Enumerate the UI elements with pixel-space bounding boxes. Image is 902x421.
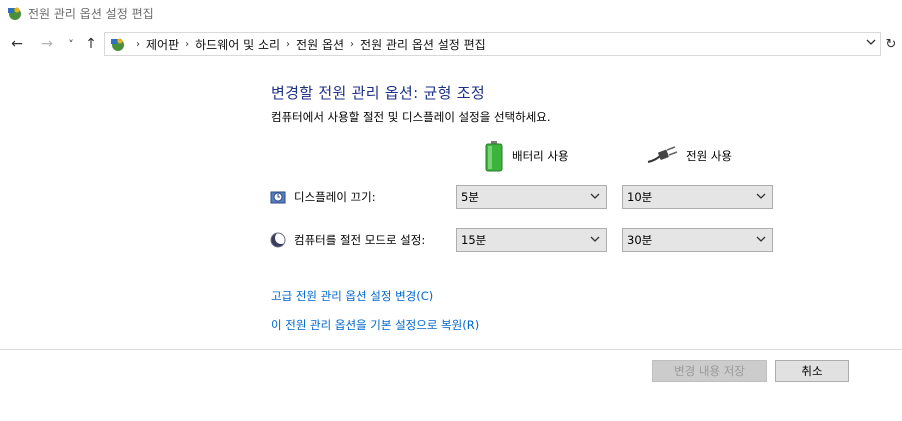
window-title: 전원 관리 옵션 설정 편집 [28, 6, 154, 21]
back-arrow-icon: ← [11, 36, 23, 52]
forward-button[interactable]: → [38, 34, 56, 54]
advanced-settings-link[interactable]: 고급 전원 관리 옵션 설정 변경(C) [271, 288, 433, 304]
chevron-right-icon[interactable]: › [136, 39, 140, 50]
sleep-battery-value: 15분 [461, 233, 487, 247]
refresh-button[interactable]: ↻ [882, 34, 900, 54]
forward-arrow-icon: → [41, 36, 53, 52]
up-button[interactable]: ↑ [82, 34, 100, 54]
refresh-icon: ↻ [885, 36, 897, 52]
up-arrow-icon: ↑ [85, 36, 97, 52]
breadcrumb-power-options[interactable]: 전원 옵션 [296, 36, 344, 53]
plugged-in-column-label: 전원 사용 [686, 149, 732, 163]
sleep-plugged-select[interactable]: 30분 [622, 228, 773, 252]
moon-icon [270, 232, 286, 248]
breadcrumb-control-panel[interactable]: 제어판 [146, 36, 179, 53]
battery-icon [485, 141, 503, 172]
chevron-right-icon[interactable]: › [350, 39, 354, 50]
display-off-battery-value: 5분 [461, 190, 479, 204]
setting-sleep: 컴퓨터를 절전 모드로 설정: [270, 228, 425, 252]
address-dropdown-icon[interactable] [866, 37, 876, 47]
display-off-battery-select[interactable]: 5분 [456, 185, 607, 209]
footer-divider [0, 349, 902, 350]
plugged-in-column-header: 전원 사용 [646, 140, 732, 172]
page-description: 컴퓨터에서 사용할 절전 및 디스플레이 설정을 선택하세요. [271, 110, 551, 124]
chevron-down-icon [590, 236, 600, 242]
chevron-down-icon [756, 236, 766, 242]
sleep-battery-select[interactable]: 15분 [456, 228, 607, 252]
sleep-plugged-value: 30분 [627, 233, 653, 247]
control-panel-icon [111, 38, 124, 51]
battery-column-label: 배터리 사용 [512, 149, 569, 163]
chevron-right-icon[interactable]: › [185, 39, 189, 50]
control-panel-icon [8, 7, 21, 20]
chevron-down-icon: ˅ [68, 37, 74, 51]
chevron-right-icon[interactable]: › [286, 39, 290, 50]
title-bar: 전원 관리 옵션 설정 편집 [0, 0, 902, 26]
display-off-plugged-value: 10분 [627, 190, 653, 204]
back-button[interactable]: ← [8, 34, 26, 54]
breadcrumb-edit-plan[interactable]: 전원 관리 옵션 설정 편집 [360, 36, 486, 53]
chevron-down-icon [756, 193, 766, 199]
power-plug-icon [647, 146, 678, 163]
setting-display-off: 디스플레이 끄기: [270, 185, 376, 209]
save-changes-button[interactable]: 변경 내용 저장 [652, 360, 767, 382]
address-bar[interactable]: › 제어판 › 하드웨어 및 소리 › 전원 옵션 › 전원 관리 옵션 설정 … [104, 32, 881, 56]
breadcrumb-hardware-sound[interactable]: 하드웨어 및 소리 [195, 36, 280, 53]
display-off-plugged-select[interactable]: 10분 [622, 185, 773, 209]
sleep-label: 컴퓨터를 절전 모드로 설정: [294, 233, 426, 247]
restore-defaults-link[interactable]: 이 전원 관리 옵션을 기본 설정으로 복원(R) [271, 317, 479, 333]
recent-locations-button[interactable]: ˅ [62, 34, 80, 54]
chevron-down-icon [590, 193, 600, 199]
navigation-bar: ← → ˅ ↑ › 제어판 › 하드웨어 및 소리 › 전원 옵션 › 전원 관… [0, 32, 902, 56]
display-timer-icon [270, 191, 286, 204]
page-title: 변경할 전원 관리 옵션: 균형 조정 [271, 84, 485, 102]
cancel-button[interactable]: 취소 [775, 360, 849, 382]
display-off-label: 디스플레이 끄기: [294, 190, 376, 204]
battery-column-header: 배터리 사용 [484, 140, 569, 172]
